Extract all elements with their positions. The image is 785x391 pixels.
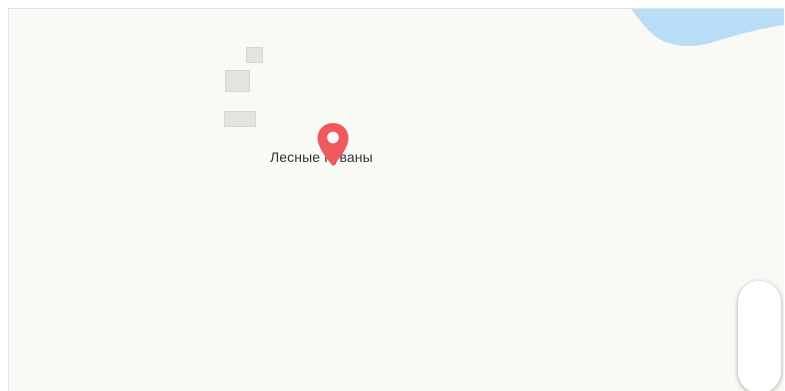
building — [225, 70, 250, 92]
lake-shape — [631, 9, 784, 46]
building — [246, 47, 263, 63]
map-pin-icon[interactable] — [316, 122, 350, 168]
building — [224, 111, 256, 127]
zoom-control-inner — [742, 285, 777, 389]
zoom-control[interactable] — [738, 281, 781, 391]
map-canvas[interactable]: Лесные Куваны — [8, 8, 784, 391]
map-viewport[interactable]: Лесные Куваны — [0, 0, 785, 391]
water-body — [631, 9, 784, 46]
